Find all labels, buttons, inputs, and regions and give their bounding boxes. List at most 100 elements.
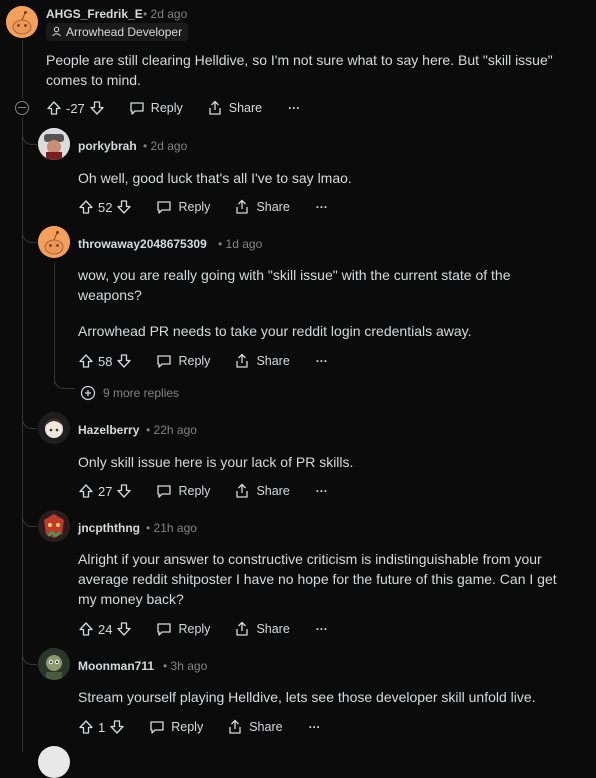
comment-body: wow, you are really going with "skill is… xyxy=(78,267,511,303)
thread-branch xyxy=(22,402,37,429)
upvote-icon xyxy=(79,200,93,214)
comment-actions: 27 Reply Share ··· xyxy=(78,481,328,501)
more-icon[interactable]: ··· xyxy=(309,720,321,734)
share-button[interactable]: Share xyxy=(234,199,290,215)
upvote-button[interactable] xyxy=(78,719,94,735)
reply-label: Reply xyxy=(178,622,211,636)
collapse-icon[interactable] xyxy=(15,101,29,115)
flair-label: Arrowhead Developer xyxy=(66,25,183,39)
comment-body: Only skill issue here is your lack of PR… xyxy=(78,454,354,470)
downvote-button[interactable] xyxy=(109,719,125,735)
upvote-icon xyxy=(79,720,93,734)
reply-bubble-icon xyxy=(157,355,172,368)
comment-actions: -27 Reply Share ··· xyxy=(46,98,300,118)
snoo-avatar-icon xyxy=(38,226,70,258)
upvote-icon xyxy=(79,622,93,636)
share-button[interactable]: Share xyxy=(207,100,262,116)
reply-button[interactable]: Reply xyxy=(149,719,203,735)
timestamp-value: 22h ago xyxy=(153,423,197,437)
timestamp: • 22h ago xyxy=(146,423,197,437)
avatar[interactable] xyxy=(38,412,70,444)
user-avatar-icon xyxy=(38,412,70,444)
share-label: Share xyxy=(256,200,290,214)
avatar[interactable] xyxy=(6,6,38,38)
reply-label: Reply xyxy=(178,200,211,214)
share-icon xyxy=(236,621,249,636)
reply-label: Reply xyxy=(178,484,211,498)
upvote-icon xyxy=(79,354,93,368)
developer-flair: Arrowhead Developer xyxy=(46,23,189,41)
plus-circle-icon xyxy=(80,385,96,401)
username[interactable]: throwaway2048675309 xyxy=(78,237,207,251)
reply-bubble-icon xyxy=(150,721,164,734)
timestamp-value: 3h ago xyxy=(170,659,208,673)
share-label: Share xyxy=(256,484,290,498)
reply-bubble-icon xyxy=(130,102,144,115)
comment-body: People are still clearing Helldive, so I… xyxy=(46,52,553,88)
reply-button[interactable]: Reply xyxy=(156,199,210,215)
reply-bubble-icon xyxy=(157,201,172,214)
upvote-button[interactable] xyxy=(78,621,94,637)
thread-line-root[interactable] xyxy=(22,40,23,98)
more-icon[interactable]: ··· xyxy=(288,101,300,115)
upvote-button[interactable] xyxy=(46,100,62,116)
more-replies-link[interactable]: 9 more replies xyxy=(80,385,179,401)
downvote-button[interactable] xyxy=(89,100,105,116)
reply-bubble-icon xyxy=(157,485,172,498)
reply-button[interactable]: Reply xyxy=(156,353,210,369)
upvote-button[interactable] xyxy=(78,353,94,369)
share-label: Share xyxy=(256,622,290,636)
comment-body: Stream yourself playing Helldive, lets s… xyxy=(78,689,536,705)
avatar[interactable] xyxy=(38,226,70,258)
avatar[interactable] xyxy=(38,648,70,680)
reply-label: Reply xyxy=(178,354,211,368)
share-icon xyxy=(229,719,241,734)
upvote-button[interactable] xyxy=(78,483,94,499)
username[interactable]: jncpththng xyxy=(78,521,140,535)
more-icon[interactable]: ··· xyxy=(316,354,328,368)
more-replies-label: 9 more replies xyxy=(103,386,180,400)
avatar-partial[interactable] xyxy=(38,746,70,778)
more-icon[interactable]: ··· xyxy=(316,622,328,636)
share-icon xyxy=(236,483,249,498)
vote-score: 52 xyxy=(98,199,113,215)
share-label: Share xyxy=(256,354,290,368)
more-icon[interactable]: ··· xyxy=(316,200,328,214)
username[interactable]: Moonman711 xyxy=(78,659,154,673)
username[interactable]: Hazelberry xyxy=(78,423,139,437)
user-avatar-icon xyxy=(38,510,70,542)
reply-button[interactable]: Reply xyxy=(156,483,210,499)
user-avatar-icon xyxy=(38,128,70,160)
share-button[interactable]: Share xyxy=(234,621,290,637)
downvote-icon xyxy=(117,484,132,498)
share-button[interactable]: Share xyxy=(227,719,283,735)
avatar[interactable] xyxy=(38,128,70,160)
more-icon[interactable]: ··· xyxy=(316,484,328,498)
comment-actions: 58 Reply Share ··· xyxy=(78,351,328,371)
developer-flair-icon xyxy=(52,26,61,37)
downvote-button[interactable] xyxy=(116,199,132,215)
username[interactable]: AHGS_Fredrik_E xyxy=(46,7,143,21)
avatar[interactable] xyxy=(38,510,70,542)
downvote-button[interactable] xyxy=(116,621,132,637)
share-button[interactable]: Share xyxy=(234,483,290,499)
reply-label: Reply xyxy=(171,720,204,734)
comment-actions: 24 Reply Share ··· xyxy=(78,619,328,639)
downvote-icon xyxy=(117,200,132,214)
downvote-button[interactable] xyxy=(116,483,132,499)
timestamp: • 2d ago xyxy=(143,7,188,21)
timestamp: • 2d ago xyxy=(143,139,188,153)
reply-button[interactable]: Reply xyxy=(129,100,183,116)
downvote-button[interactable] xyxy=(116,353,132,369)
reply-button[interactable]: Reply xyxy=(156,621,210,637)
timestamp-value: 2d ago xyxy=(150,139,188,153)
upvote-button[interactable] xyxy=(78,199,94,215)
username[interactable]: porkybrah xyxy=(78,139,137,153)
downvote-icon xyxy=(117,354,132,368)
thread-line-reply-2[interactable] xyxy=(54,262,55,384)
share-icon xyxy=(236,353,249,368)
user-avatar-icon xyxy=(38,648,70,680)
timestamp: • 3h ago xyxy=(163,659,208,673)
share-label: Share xyxy=(228,101,263,115)
share-button[interactable]: Share xyxy=(234,353,290,369)
